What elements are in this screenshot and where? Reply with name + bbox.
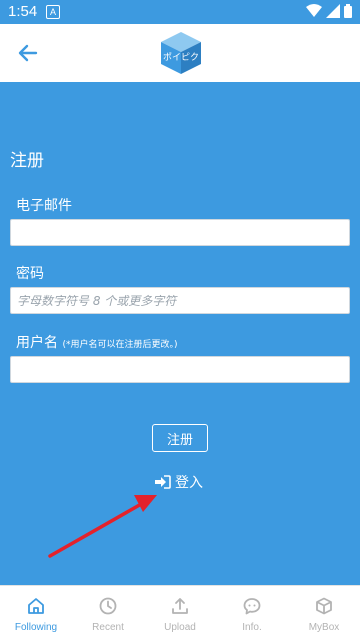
logo-text: ポイピク: [163, 52, 199, 63]
nav-label-following: Following: [14, 622, 58, 633]
password-label: 密码: [16, 266, 44, 282]
signal-icon: [326, 4, 340, 18]
nav-label-mybox: MyBox: [308, 622, 340, 633]
login-link[interactable]: 登入: [155, 472, 203, 492]
app-logo: ポイピク: [161, 32, 201, 74]
nav-item-info[interactable]: Info.: [216, 586, 288, 642]
password-field-box: [10, 287, 350, 314]
box-icon: [316, 597, 332, 615]
chat-icon: [243, 598, 261, 615]
home-icon: [28, 598, 44, 614]
sign-in-icon: [155, 475, 171, 489]
system-icons: [306, 4, 352, 18]
email-label: 电子邮件: [16, 198, 72, 214]
username-label: 用户名: [16, 335, 58, 351]
status-bar: 1:54 A: [0, 0, 360, 24]
clock-icon: [99, 597, 117, 615]
nav-item-mybox[interactable]: MyBox: [288, 586, 360, 642]
notification-a-icon: A: [46, 5, 60, 19]
app-bar: ポイピク: [0, 24, 360, 82]
register-button[interactable]: 注册: [152, 424, 208, 452]
back-arrow-icon[interactable]: [16, 41, 40, 65]
email-field-box: [10, 219, 350, 246]
nav-label-info: Info.: [242, 622, 262, 633]
username-label-row: 用户名 (*用户名可以在注册后更改。): [16, 332, 177, 352]
password-field[interactable]: [11, 288, 349, 313]
username-field[interactable]: [11, 357, 349, 382]
page-title: 注册: [10, 151, 44, 171]
upload-icon: [172, 598, 188, 614]
nav-item-upload[interactable]: Upload: [144, 586, 216, 642]
bottom-nav: Following Recent Upload Info. MyBox: [0, 585, 360, 642]
login-link-label: 登入: [175, 475, 203, 491]
wifi-icon: [306, 4, 322, 17]
battery-icon: [344, 4, 352, 18]
username-field-box: [10, 356, 350, 383]
red-pointer-arrow: [48, 495, 157, 558]
status-time: 1:54: [8, 3, 38, 20]
nav-item-recent[interactable]: Recent: [72, 586, 144, 642]
email-field[interactable]: [11, 220, 349, 245]
nav-label-upload: Upload: [164, 622, 196, 633]
nav-label-recent: Recent: [92, 622, 124, 633]
username-note: (*用户名可以在注册后更改。): [62, 340, 178, 350]
nav-item-following[interactable]: Following: [0, 586, 72, 642]
